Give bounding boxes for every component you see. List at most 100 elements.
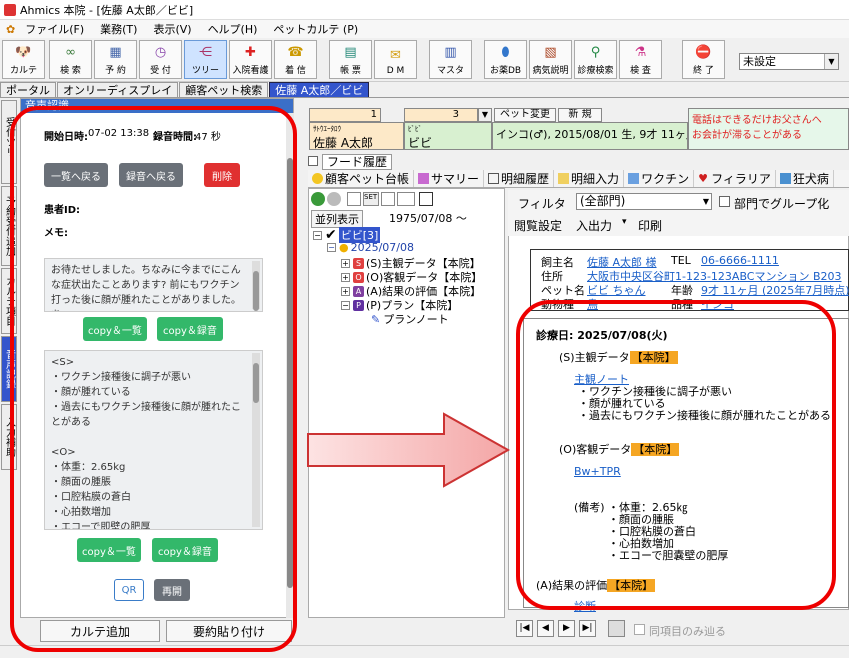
menu-help[interactable]: ヘルプ(H) — [200, 21, 266, 37]
exam-button[interactable]: ⚗ 検 査 — [619, 40, 662, 79]
tab-portal[interactable]: ポータル — [0, 82, 56, 97]
tel-value[interactable]: 06-6666-1111 — [701, 254, 779, 267]
chevron-down-icon[interactable]: ▾ — [622, 217, 627, 227]
clock-icon: ◷ — [154, 44, 167, 60]
tab-current-patient[interactable]: 佐藤 A太郎／ビビ — [269, 82, 370, 97]
tab-summary[interactable]: サマリー — [414, 170, 485, 187]
list-icon[interactable] — [381, 192, 395, 206]
magnifier-icon: ⚲ — [590, 44, 601, 60]
tab-vaccine[interactable]: ワクチン — [624, 170, 695, 187]
note-line: 電話はできるだけお父さんへ — [692, 115, 822, 126]
app-icon — [4, 3, 16, 16]
menu-work[interactable]: 業務(T) — [92, 21, 145, 37]
chevron-down-icon[interactable]: ▼ — [824, 54, 838, 69]
disease-explanation-button[interactable]: ▧ 病気説明 — [529, 40, 572, 79]
system-menu-icon[interactable]: ✿ — [0, 23, 17, 36]
menu-pet-karte[interactable]: ペットカルテ (P) — [265, 21, 366, 37]
menu-view[interactable]: 表示(V) — [145, 21, 199, 37]
tab-detail-input[interactable]: 明細入力 — [554, 170, 625, 187]
tab-detail-history[interactable]: 明細履歴 — [484, 170, 555, 187]
collapse-icon[interactable]: − — [341, 300, 350, 310]
print-menu[interactable]: 印刷 — [638, 217, 662, 234]
right-highlight-frame — [516, 300, 836, 610]
owner-kana: ｻﾄｳｴｰﾀﾛｳ — [313, 125, 341, 133]
view-settings-menu[interactable]: 閲覧設定 — [514, 217, 562, 234]
set-icon[interactable]: SET — [363, 192, 379, 206]
same-item-checkbox[interactable] — [634, 624, 645, 635]
notebook-icon — [558, 173, 570, 184]
phone-bell-icon: ☎ — [287, 44, 304, 60]
tab-only-display[interactable]: オンリーディスプレイ — [57, 82, 179, 97]
incoming-call-label: 着 信 — [285, 66, 306, 76]
search-button[interactable]: ∞ 検 索 — [49, 40, 92, 79]
last-record-icon[interactable]: ▶| — [579, 620, 596, 637]
menu-file[interactable]: ファイル(F) — [17, 21, 92, 37]
master-button[interactable]: ▥ マスタ — [429, 40, 472, 79]
pet-change-button[interactable]: ペット変更 — [494, 108, 556, 122]
tree-button[interactable]: ⋲ ツリー — [184, 40, 227, 79]
chevron-down-icon[interactable]: ▼ — [478, 108, 492, 122]
previous-record-icon[interactable]: ◀ — [537, 620, 554, 637]
pet-number-select[interactable]: 3 — [404, 108, 478, 122]
tab-rabies[interactable]: 狂犬病 — [776, 170, 834, 187]
same-item-label: 同項目のみ辿る — [649, 625, 726, 638]
forward-arrow-icon[interactable] — [327, 192, 341, 206]
pill-icon: ⬮ — [501, 44, 510, 60]
next-record-icon[interactable]: ▶ — [558, 620, 575, 637]
tab-filaria[interactable]: ♥ フィラリア — [694, 170, 776, 187]
tree-date-node[interactable]: − ● 2025/07/08 — [327, 241, 414, 254]
forms-label: 帳 票 — [340, 66, 361, 76]
window-toggle-icon[interactable] — [419, 192, 433, 206]
incoming-call-button[interactable]: ☎ 着 信 — [274, 40, 317, 79]
group-by-department-checkbox[interactable] — [719, 196, 730, 207]
drug-db-label: お薬DB — [489, 66, 522, 76]
drug-db-button[interactable]: ⬮ お薬DB — [484, 40, 527, 79]
database-icon: ▥ — [444, 44, 457, 60]
hospitalization-button[interactable]: ✚ 入院看護 — [229, 40, 272, 79]
dm-button[interactable]: ✉ D M — [374, 40, 417, 79]
search-label: 検 索 — [60, 66, 81, 76]
reservation-button[interactable]: ▦ 予 約 — [94, 40, 137, 79]
report-toolbar: フィルタ (全部門) ▼ 部門でグループ化 閲覧設定 入出力 ▾ 印刷 — [508, 190, 849, 236]
stop-record-icon[interactable] — [608, 620, 625, 637]
tab-customer-pet-search[interactable]: 顧客ペット検索 — [179, 82, 269, 97]
reception-button[interactable]: ◷ 受 付 — [139, 40, 182, 79]
collapse-icon[interactable]: − — [327, 243, 336, 252]
new-button[interactable]: 新 規 — [558, 108, 602, 122]
tel-label: TEL — [671, 254, 691, 267]
exit-button[interactable]: ⛔ 終 了 — [682, 40, 725, 79]
expand-icon[interactable]: + — [341, 272, 350, 282]
first-record-icon[interactable]: |◀ — [516, 620, 533, 637]
pet-kana: ﾋﾞﾋﾞ — [408, 125, 422, 133]
tab-summary-label: サマリー — [431, 172, 480, 186]
back-arrow-icon[interactable] — [311, 192, 325, 206]
setting-select[interactable]: 未設定 ▼ — [739, 53, 839, 70]
collapse-icon[interactable]: − — [313, 230, 322, 240]
envelope-icon: ✉ — [390, 47, 401, 63]
forms-button[interactable]: ▤ 帳 票 — [329, 40, 372, 79]
import-export-menu[interactable]: 入出力 — [576, 217, 612, 234]
window-icon — [308, 156, 318, 166]
food-history-tab[interactable]: フード履歴 — [322, 154, 393, 170]
expand-icon[interactable]: + — [341, 258, 350, 268]
department-filter-select[interactable]: (全部門) ▼ — [576, 193, 712, 210]
syringe-icon — [628, 173, 640, 184]
parallel-view-button[interactable]: 並列表示 — [311, 210, 363, 228]
document-icon: ▤ — [344, 44, 357, 60]
plan-note-label: プランノート — [383, 313, 449, 326]
tree-item-plan-note[interactable]: ✎ プランノート — [371, 311, 449, 327]
karte-label: カルテ — [9, 66, 37, 76]
print-icon[interactable] — [347, 192, 361, 206]
disease-explanation-label: 病気説明 — [532, 66, 569, 76]
pet-cell: ﾋﾞﾋﾞ ビビ — [404, 122, 492, 150]
tab-customer-ledger[interactable]: 顧客ペット台帳 — [308, 170, 415, 187]
chevron-down-icon[interactable]: ▼ — [703, 194, 709, 209]
left-highlight-frame — [10, 106, 297, 652]
pen-icon: ✎ — [371, 312, 381, 326]
karte-button[interactable]: 🐶 カルテ — [2, 40, 45, 79]
medical-search-button[interactable]: ⚲ 診療検索 — [574, 40, 617, 79]
expand-icon[interactable]: + — [341, 286, 350, 296]
date-filter[interactable]: 1975/07/08 〜 — [389, 210, 467, 226]
medical-cross-icon: ✚ — [245, 44, 256, 60]
copy-icon[interactable] — [397, 192, 415, 206]
